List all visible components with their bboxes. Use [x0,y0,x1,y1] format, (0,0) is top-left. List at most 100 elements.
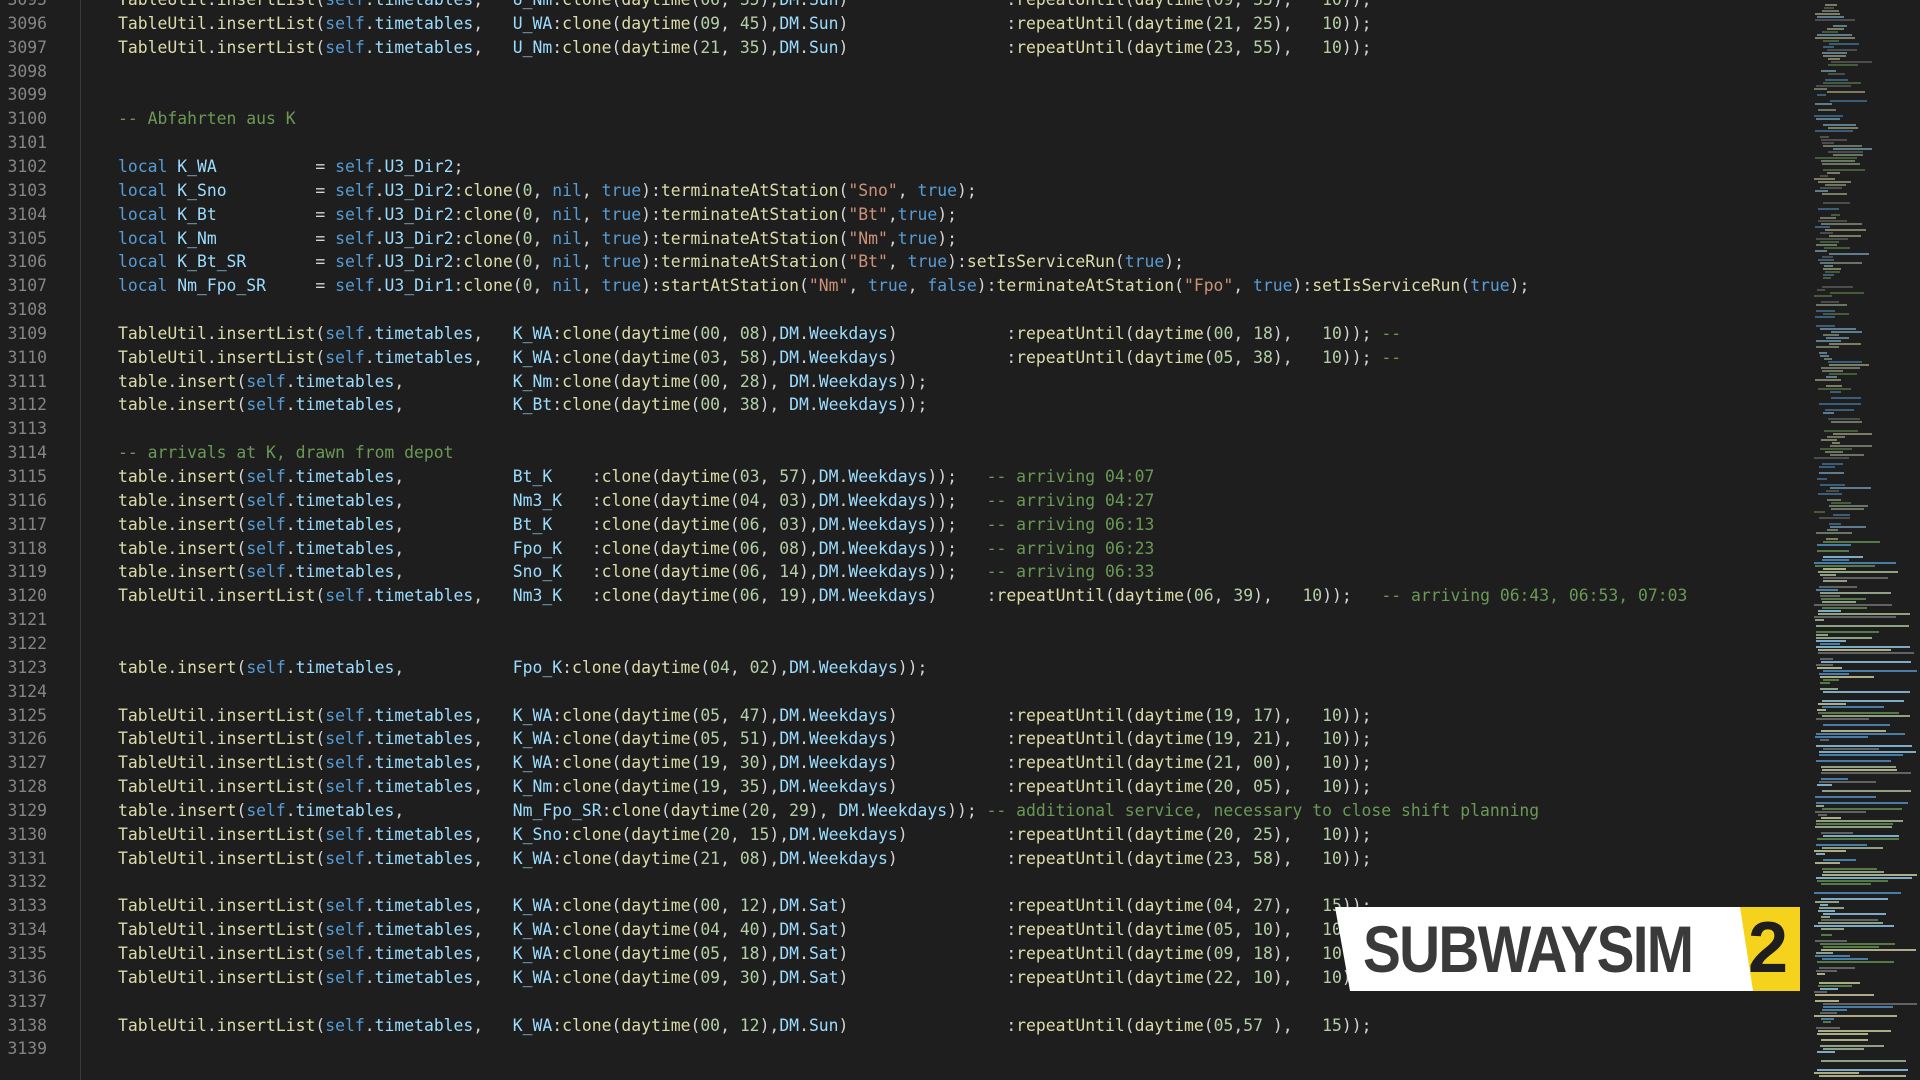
code-token: ( [690,395,701,415]
code-line[interactable]: 3116 table.insert(self.timetables, Nm3_K … [0,489,1796,513]
code-token: ( [690,777,701,797]
code-token: 00 [1213,323,1234,343]
code-token: Weekdays [808,705,888,725]
code-line[interactable]: 3120 TableUtil.insertList(self.timetables… [0,584,1796,608]
minimap-line [1826,385,1842,387]
code-token: . [285,467,296,486]
minimap-line [1822,142,1834,144]
minimap-line [1821,778,1848,780]
code-token: 58 [739,347,760,367]
code-token: K_WA [512,705,553,725]
code-token: , [720,395,740,415]
code-token: ( [1105,586,1115,606]
code-line[interactable]: 3127 TableUtil.insertList(self.timetables… [0,751,1796,775]
code-line[interactable]: 3137 [0,990,1796,1014]
line-number: 3099 [7,85,47,105]
code-line[interactable]: 3095TableUtil.insertList(self.timetables… [0,0,1796,12]
code-line[interactable]: 3096 TableUtil.insertList(self.timetables… [0,12,1796,36]
code-token: , [1233,848,1254,868]
code-line[interactable]: 3122 [0,632,1796,656]
code-line[interactable]: 3131 TableUtil.insertList(self.timetables… [0,847,1796,871]
code-line[interactable]: 3105 local K_Nm = self.U3_Dir2:clone(0, n… [0,227,1796,251]
minimap[interactable] [1796,0,1920,1080]
code-token: DM [789,657,809,677]
code-line[interactable]: 3099 [0,83,1796,107]
code-line[interactable]: 3108 [0,298,1796,322]
minimap-line [1824,430,1858,432]
code-line[interactable]: 3138 TableUtil.insertList(self.timetables… [0,1014,1796,1038]
minimap-line [1833,514,1850,516]
code-token: : [552,848,563,868]
code-token: table [118,371,168,391]
code-token: = [216,156,336,176]
code-line[interactable]: 3121 [0,608,1796,632]
code-line[interactable]: 3110 TableUtil.insertList(self.timetables… [0,346,1796,370]
code-token: insert [177,657,237,677]
code-line[interactable]: 3100 -- Abfahrten aus K [0,107,1796,131]
code-token: , [720,13,740,33]
code-token: TableUtil [118,920,207,940]
code-line[interactable]: 3101 [0,131,1796,155]
code-token: ), [769,657,790,677]
code-line[interactable]: 3104 local K_Bt = self.U3_Dir2:clone(0, n… [0,203,1796,227]
code-token: daytime [1134,920,1204,940]
code-line[interactable]: 3126 TableUtil.insertList(self.timetables… [0,727,1796,751]
code-line[interactable]: 3128 TableUtil.insertList(self.timetables… [0,775,1796,799]
code-token: : [552,753,563,773]
code-line[interactable]: 3102 local K_WA = self.U3_Dir2; [0,155,1796,179]
code-token: )); [897,371,928,391]
code-line[interactable]: 3130 TableUtil.insertList(self.timetables… [0,823,1796,847]
code-token: . [374,252,385,272]
code-line[interactable]: 3124 [0,680,1796,704]
code-token: clone [562,1015,612,1035]
minimap-line [1822,52,1847,54]
code-line[interactable]: 3112 table.insert(self.timetables, K_Bt:c… [0,393,1796,417]
code-token: clone [562,967,612,987]
minimap-line [1818,571,1898,573]
code-token: )); [1341,347,1382,367]
code-line[interactable]: 3118 table.insert(self.timetables, Fpo_K … [0,537,1796,561]
code-token: 05 [1213,920,1234,940]
code-token: 0 [522,252,533,272]
code-line[interactable]: 3107 local Nm_Fpo_SR = self.U3_Dir1:clone… [0,274,1796,298]
minimap-line [1816,745,1912,747]
code-token: 05 [700,944,721,963]
code-token: ( [650,562,661,582]
code-token: Weekdays [808,777,888,797]
code-token: table [118,538,168,558]
minimap-line [1825,271,1840,273]
code-line[interactable]: 3097 TableUtil.insertList(self.timetables… [0,36,1796,60]
code-line[interactable]: 3103 local K_Sno = self.U3_Dir2:clone(0, … [0,179,1796,203]
code-line[interactable]: 3114 -- arrivals at K, drawn from depot [0,441,1796,465]
code-line[interactable]: 3119 table.insert(self.timetables, Sno_K … [0,560,1796,584]
code-token: , [473,848,513,868]
code-line[interactable]: 3125 TableUtil.insertList(self.timetables… [0,704,1796,728]
line-number: 3113 [7,419,47,439]
minimap-line [1823,670,1917,672]
code-token: , [720,371,740,391]
minimap-line [1819,466,1835,468]
code-line[interactable]: 3117 table.insert(self.timetables, Bt_K :… [0,513,1796,537]
code-token: 06 [739,538,760,558]
code-line[interactable]: 3098 [0,60,1796,84]
minimap-line [1820,676,1874,678]
code-line[interactable]: 3123 table.insert(self.timetables, Fpo_K:… [0,656,1796,680]
minimap-line [1822,874,1917,876]
code-line[interactable]: 3109 TableUtil.insertList(self.timetables… [0,322,1796,346]
code-token: DM [789,824,809,844]
code-token: 10 [1322,347,1342,367]
code-line[interactable]: 3111 table.insert(self.timetables, K_Nm:c… [0,370,1796,394]
code-line[interactable]: 3139 [0,1037,1796,1061]
code-line[interactable]: 3115 table.insert(self.timetables, Bt_K :… [0,465,1796,489]
code-token: 10 [1322,37,1342,57]
code-line[interactable]: 3106 local K_Bt_SR = self.U3_Dir2:clone(0… [0,250,1796,274]
code-line[interactable]: 3129 table.insert(self.timetables, Nm_Fpo… [0,799,1796,823]
minimap-line [1823,1048,1864,1050]
code-token: : [1006,1015,1017,1035]
code-token: ( [1203,729,1214,749]
code-token: ) [838,944,1007,963]
code-line[interactable]: 3113 [0,417,1796,441]
code-line[interactable]: 3132 [0,870,1796,894]
minimap-line [1822,808,1902,810]
minimap-line [1820,328,1856,330]
